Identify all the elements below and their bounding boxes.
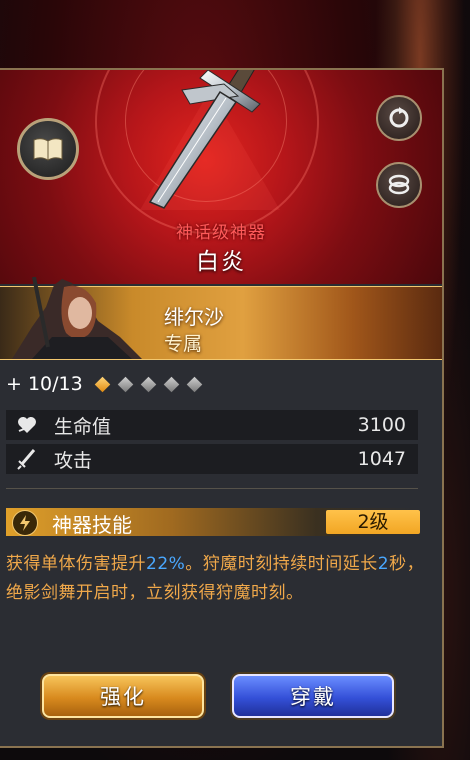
- artifact-skill-header: 神器技能 2级: [6, 508, 420, 537]
- sword-icon: [14, 446, 40, 472]
- lightning-icon: [12, 510, 38, 536]
- book-button[interactable]: [17, 118, 79, 180]
- upgrade-level: + 10/13: [6, 373, 83, 395]
- hero-portrait: [12, 277, 142, 359]
- upgrade-level-row: + 10/13: [6, 370, 206, 398]
- stat-label: 攻击: [54, 449, 93, 472]
- artifact-name: 白炎: [196, 249, 246, 275]
- star-diamond-icon: [117, 376, 133, 392]
- star-diamond-icon: [163, 376, 179, 392]
- coins-icon: [388, 174, 410, 195]
- stat-label: 生命值: [54, 415, 112, 438]
- skill-level-badge: 2级: [326, 510, 420, 534]
- equip-button[interactable]: 穿戴: [232, 674, 394, 718]
- artifact-header: 神话级神器 白炎: [0, 70, 442, 284]
- swap-icon: [389, 107, 409, 128]
- skill-desc-text: 。狩魔时刻持续时间延长: [185, 554, 378, 574]
- rarity-label: 神话级神器: [176, 223, 266, 243]
- skill-description: 获得单体伤害提升22%。狩魔时刻持续时间延长2秒，绝影剑舞开启时，立刻获得狩魔时…: [6, 550, 426, 608]
- stat-value: 1047: [357, 448, 406, 470]
- enhance-button[interactable]: 强化: [42, 674, 204, 718]
- heart-icon: [14, 412, 40, 438]
- star-diamond-icon: [140, 376, 156, 392]
- stat-value: 3100: [357, 414, 406, 436]
- star-diamond-icon: [186, 376, 202, 392]
- hero-name: 绯尔沙: [164, 305, 224, 329]
- skill-title: 神器技能: [52, 513, 132, 537]
- section-divider: [6, 488, 418, 489]
- artifact-sword-image: [148, 70, 261, 209]
- hero-exclusive-banner[interactable]: 绯尔沙 专属: [0, 277, 442, 360]
- exclusive-tag: 专属: [164, 333, 203, 355]
- book-icon: [33, 138, 63, 161]
- replace-button[interactable]: [376, 95, 422, 141]
- star-diamond-icon: [94, 376, 110, 392]
- skill-desc-value: 2: [377, 554, 390, 574]
- stat-row-attack: 攻击 1047: [6, 444, 418, 474]
- dismantle-button[interactable]: [376, 162, 422, 208]
- stat-row-hp: 生命值 3100: [6, 410, 418, 440]
- artifact-detail-panel: 神话级神器 白炎 绯尔沙 专属 + 10/13 生命值 3100 攻击 1047…: [0, 68, 444, 748]
- skill-desc-text: 获得单体伤害提升: [6, 554, 146, 574]
- skill-desc-value: 22%: [146, 554, 186, 574]
